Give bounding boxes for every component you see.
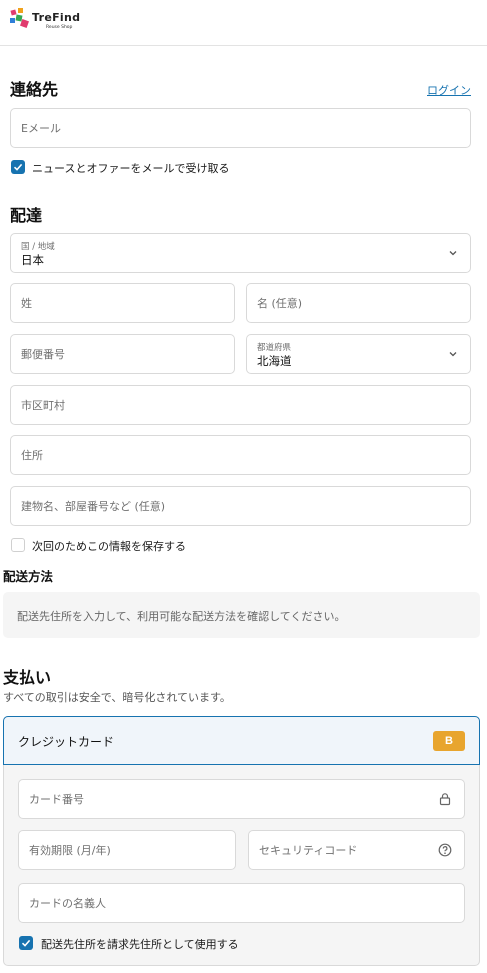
last-name-field[interactable]: 姓 xyxy=(10,283,235,323)
city-field[interactable]: 市区町村 xyxy=(10,385,471,425)
cardholder-name-placeholder: カードの名義人 xyxy=(29,897,106,910)
billing-same-checkbox[interactable] xyxy=(19,936,33,950)
address-placeholder: 住所 xyxy=(21,449,43,462)
lock-icon xyxy=(439,793,451,806)
expiry-placeholder: 有効期限 (月/年) xyxy=(29,844,111,857)
prefecture-value: 北海道 xyxy=(257,354,292,368)
card-brand-badge: B xyxy=(433,731,465,751)
country-select[interactable]: 国 / 地域 日本 xyxy=(10,233,471,273)
shipping-title: 配送方法 xyxy=(3,569,54,584)
header: TreFind Reuse Shop xyxy=(0,0,487,46)
security-code-placeholder: セキュリティコード xyxy=(259,844,358,857)
save-info-label: 次回のためこの情報を保存する xyxy=(32,540,186,553)
credit-card-label: クレジットカード xyxy=(18,735,115,749)
newsletter-label: ニュースとオファーをメールで受け取る xyxy=(32,162,230,175)
shipping-notice: 配送先住所を入力して、利用可能な配送方法を確認してください。 xyxy=(3,592,480,638)
brand-logo[interactable]: TreFind Reuse Shop xyxy=(10,6,90,36)
chevron-down-icon xyxy=(449,352,457,357)
payment-description: すべての取引は安全で、暗号化されています。 xyxy=(3,691,231,704)
email-field[interactable]: Eメール xyxy=(10,108,471,148)
cardholder-name-field[interactable]: カードの名義人 xyxy=(18,883,465,923)
country-value: 日本 xyxy=(21,253,44,267)
building-field[interactable]: 建物名、部屋番号など (任意) xyxy=(10,486,471,526)
billing-same-label: 配送先住所を請求先住所として使用する xyxy=(41,938,239,951)
newsletter-checkbox[interactable] xyxy=(11,160,25,174)
first-name-field[interactable]: 名 (任意) xyxy=(246,283,471,323)
card-number-field[interactable]: カード番号 xyxy=(18,779,465,819)
chevron-down-icon xyxy=(449,251,457,256)
help-icon[interactable] xyxy=(438,843,452,857)
prefecture-select[interactable]: 都道府県 北海道 xyxy=(246,334,471,374)
card-number-placeholder: カード番号 xyxy=(29,793,84,806)
building-placeholder: 建物名、部屋番号など (任意) xyxy=(21,500,166,513)
contact-title: 連絡先 xyxy=(10,80,59,99)
payment-method-box: クレジットカード B カード番号 有効期限 (月/年) セキュリティコード カー… xyxy=(3,716,480,966)
login-link[interactable]: ログイン xyxy=(427,82,471,98)
credit-card-option[interactable]: クレジットカード B xyxy=(3,716,480,765)
check-icon xyxy=(21,939,31,947)
prefecture-label: 都道府県 xyxy=(257,343,292,353)
city-placeholder: 市区町村 xyxy=(21,399,65,412)
security-code-field[interactable]: セキュリティコード xyxy=(248,830,465,870)
email-placeholder: Eメール xyxy=(21,122,61,135)
logo-mark-icon xyxy=(10,8,29,28)
last-name-placeholder: 姓 xyxy=(21,297,32,310)
brand-name: TreFind xyxy=(32,11,81,24)
shipping-notice-text: 配送先住所を入力して、利用可能な配送方法を確認してください。 xyxy=(17,610,346,623)
expiry-field[interactable]: 有効期限 (月/年) xyxy=(18,830,236,870)
postal-code-field[interactable]: 郵便番号 xyxy=(10,334,235,374)
first-name-placeholder: 名 (任意) xyxy=(257,297,303,310)
check-icon xyxy=(13,163,23,171)
payment-title: 支払い xyxy=(3,668,52,687)
delivery-title: 配達 xyxy=(10,206,43,225)
save-info-checkbox[interactable] xyxy=(11,538,25,552)
postal-code-placeholder: 郵便番号 xyxy=(21,348,65,361)
address-field[interactable]: 住所 xyxy=(10,435,471,475)
brand-tagline: Reuse Shop xyxy=(46,25,73,30)
country-label: 国 / 地域 xyxy=(21,242,55,252)
